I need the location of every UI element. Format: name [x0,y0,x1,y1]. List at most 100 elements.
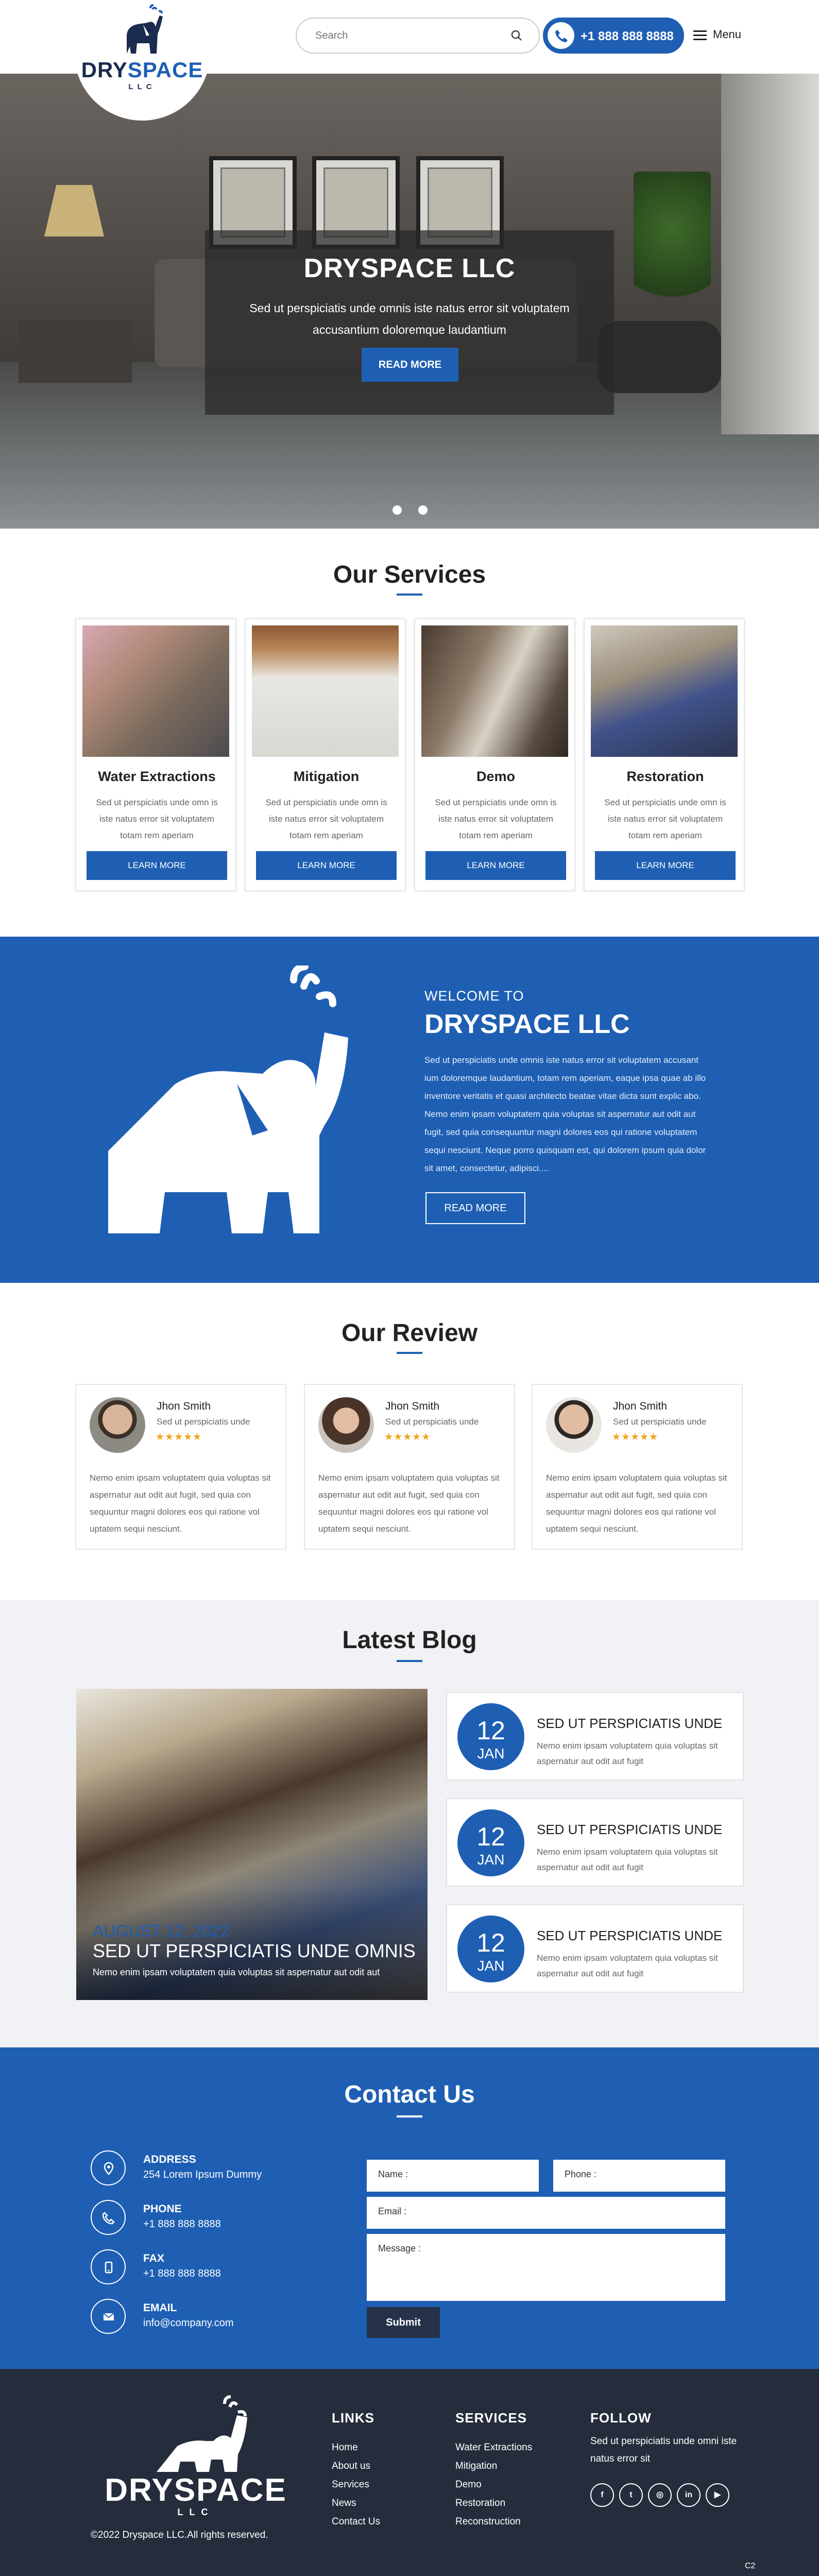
email-label: EMAIL [143,2302,177,2314]
service-title: Restoration [626,769,704,784]
instagram-icon[interactable]: ◎ [648,2483,672,2507]
footer-service-link[interactable]: Demo [455,2479,482,2490]
footer-link-about[interactable]: About us [332,2461,370,2472]
reviewer-role: Sed ut perspiciatis unde [385,1417,479,1427]
review-text: Nemo enim ipsam voluptatem quia voluptas… [318,1473,500,1534]
learn-more-button[interactable]: LEARN MORE [256,851,397,880]
hero-caption: DRYSPACE LLC Sed ut perspiciatis unde om… [205,230,614,415]
footer-llc: LLC [177,2507,214,2517]
featured-description: Nemo enim ipsam voluptatem quia voluptas… [93,1967,380,1977]
fax-label: FAX [143,2252,164,2264]
welcome-read-more-button[interactable]: READ MORE [425,1192,525,1224]
twitter-icon[interactable]: t [619,2483,643,2507]
email-field-label: Email : [378,2206,407,2216]
featured-title[interactable]: SED UT PERSPICIATIS UNDE OMNIS [93,1940,416,1962]
reviewer-role: Sed ut perspiciatis unde [157,1417,250,1427]
service-title: Mitigation [293,769,360,784]
hero-window [721,74,819,434]
service-description: Sed ut perspiciatis unde omn is iste nat… [96,798,218,840]
featured-blog-post[interactable]: AUGUST 12, 2022 SED UT PERSPICIATIS UNDE… [76,1689,428,2000]
review-card: Jhon Smith Sed ut perspiciatis unde ★★★★… [532,1384,743,1550]
reviewer-role: Sed ut perspiciatis unde [613,1417,707,1427]
address-label: ADDRESS [143,2154,196,2165]
copyright: ©2022 Dryspace LLC.All rights reserved. [91,2530,268,2540]
service-image-demo [421,625,568,757]
avatar [318,1397,374,1453]
phone-label: PHONE [143,2203,182,2215]
footer-service-link[interactable]: Water Extractions [455,2442,532,2453]
services-heading: Our Services [333,561,486,588]
service-card: Demo Sed ut perspiciatis unde omn is ist… [414,618,575,891]
address-value: 254 Lorem Ipsum Dummy [143,2169,262,2180]
youtube-icon[interactable]: ▶ [706,2483,729,2507]
service-title: Demo [476,769,515,784]
logo-llc: LLC [128,82,156,91]
search-input[interactable]: Search [315,30,348,42]
blog-section: Latest Blog AUGUST 12, 2022 SED UT PERSP… [0,1600,819,2047]
footer-link-home[interactable]: Home [332,2442,358,2453]
blog-post-item[interactable]: 12 JAN SED UT PERSPICIATIS UNDE Nemo enim… [446,1692,744,1781]
hamburger-icon [693,30,707,40]
service-description: Sed ut perspiciatis unde omn is iste nat… [435,798,557,840]
avatar [546,1397,602,1453]
name-field[interactable]: Name : [367,2160,539,2192]
phone-field[interactable]: Phone : [553,2160,725,2192]
welcome-kicker: WELCOME TO [424,988,524,1004]
learn-more-button[interactable]: LEARN MORE [595,851,736,880]
contact-section: Contact Us ADDRESS 254 Lorem Ipsum Dummy… [0,2047,819,2369]
review-card: Jhon Smith Sed ut perspiciatis unde ★★★★… [75,1384,286,1550]
phone-field-label: Phone : [565,2169,597,2179]
learn-more-button[interactable]: LEARN MORE [87,851,227,880]
review-text: Nemo enim ipsam voluptatem quia voluptas… [90,1473,271,1534]
footer-link-services[interactable]: Services [332,2479,369,2490]
blog-post-title[interactable]: SED UT PERSPICIATIS UNDE [537,1928,722,1944]
message-field[interactable]: Message : [367,2234,725,2301]
service-card: Restoration Sed ut perspiciatis unde omn… [584,618,745,891]
fax-icon [91,2249,126,2284]
heading-underline [397,1660,422,1662]
corner-badge: C2 [745,2562,756,2570]
submit-button[interactable]: Submit [367,2307,440,2338]
date-badge: 12 JAN [457,1703,524,1770]
date-badge: 12 JAN [457,1809,524,1876]
learn-more-button[interactable]: LEARN MORE [425,851,566,880]
blog-post-title[interactable]: SED UT PERSPICIATIS UNDE [537,1716,722,1732]
slider-dot[interactable] [393,505,402,515]
avatar [90,1397,145,1453]
blog-post-item[interactable]: 12 JAN SED UT PERSPICIATIS UNDE Nemo enim… [446,1798,744,1887]
hero-side-table [19,321,132,383]
footer-brand: DRYSPACE [105,2472,287,2508]
blog-post-title[interactable]: SED UT PERSPICIATIS UNDE [537,1822,722,1838]
footer-service-link[interactable]: Mitigation [455,2461,497,2472]
email-field[interactable]: Email : [367,2197,725,2229]
service-image-mitigation [252,625,399,757]
services-footer-heading: SERVICES [455,2410,527,2426]
review-text: Nemo enim ipsam voluptatem quia voluptas… [546,1473,727,1534]
name-field-label: Name : [378,2169,408,2179]
fax-value: +1 888 888 8888 [143,2268,221,2279]
search-box[interactable]: Search [296,18,540,54]
hero-read-more-button[interactable]: READ MORE [362,348,458,382]
welcome-body: Sed ut perspiciatis unde omnis iste natu… [424,1055,706,1173]
footer-link-contact[interactable]: Contact Us [332,2516,380,2528]
footer-link-news[interactable]: News [332,2498,356,2509]
hero-pouf [598,321,721,393]
slider-dot[interactable] [418,505,428,515]
service-image-restoration [591,625,738,757]
service-card: Mitigation Sed ut perspiciatis unde omn … [245,618,406,891]
service-title: Water Extractions [98,769,216,784]
reviewer-name: Jhon Smith [385,1400,440,1412]
footer-service-link[interactable]: Reconstruction [455,2516,521,2528]
service-card: Water Extractions Sed ut perspiciatis un… [75,618,236,891]
search-icon[interactable] [510,29,523,42]
blog-post-item[interactable]: 12 JAN SED UT PERSPICIATIS UNDE Nemo enim… [446,1904,744,1993]
linkedin-icon[interactable]: in [677,2483,701,2507]
review-card: Jhon Smith Sed ut perspiciatis unde ★★★★… [304,1384,515,1550]
hero-title: DRYSPACE LLC [303,253,516,283]
footer-service-link[interactable]: Restoration [455,2498,505,2509]
facebook-icon[interactable]: f [590,2483,614,2507]
email-value[interactable]: info@company.com [143,2317,234,2329]
service-description: Sed ut perspiciatis unde omn is iste nat… [265,798,387,840]
service-image-water-extraction [82,625,229,757]
phone-button[interactable]: +1 888 888 8888 [543,18,684,54]
